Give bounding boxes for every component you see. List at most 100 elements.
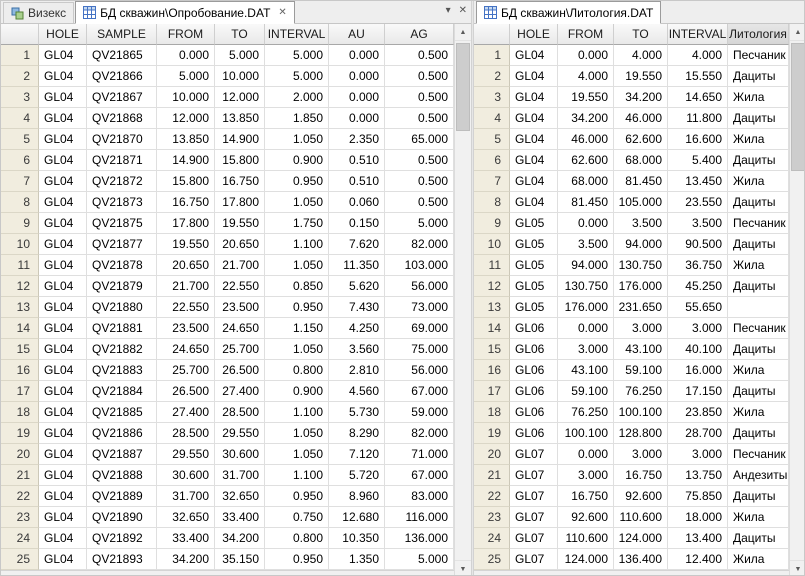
row-number[interactable]: 2 [474, 66, 510, 87]
cell[interactable]: 62.600 [614, 129, 668, 150]
column-header-hole[interactable]: HOLE [39, 24, 87, 45]
cell[interactable]: 17.800 [157, 213, 215, 234]
cell[interactable]: 73.000 [385, 297, 454, 318]
cell[interactable]: GL04 [39, 507, 87, 528]
cell[interactable]: 59.000 [385, 402, 454, 423]
cell[interactable]: 4.000 [668, 45, 728, 66]
cell[interactable]: Дациты [728, 192, 789, 213]
cell[interactable]: 0.000 [558, 213, 614, 234]
cell[interactable]: QV21893 [87, 549, 157, 570]
row-number[interactable]: 4 [1, 108, 39, 129]
cell[interactable]: Жила [728, 87, 789, 108]
cell[interactable]: Жила [728, 507, 789, 528]
column-header-to[interactable]: TO [215, 24, 265, 45]
cell[interactable]: 27.400 [215, 381, 265, 402]
cell[interactable]: GL04 [39, 87, 87, 108]
cell[interactable]: Жила [728, 549, 789, 570]
cell[interactable]: 31.700 [157, 486, 215, 507]
cell[interactable]: 0.000 [329, 66, 385, 87]
cell[interactable]: GL04 [39, 486, 87, 507]
cell[interactable]: 11.800 [668, 108, 728, 129]
cell[interactable]: 81.450 [614, 171, 668, 192]
cell[interactable]: 24.650 [215, 318, 265, 339]
cell[interactable]: 76.250 [558, 402, 614, 423]
cell[interactable]: 7.430 [329, 297, 385, 318]
cell[interactable]: Дациты [728, 66, 789, 87]
tab-list-dropdown-icon[interactable]: ▾ [446, 6, 451, 16]
scroll-up-icon[interactable]: ▲ [455, 24, 471, 41]
cell[interactable]: 176.000 [614, 276, 668, 297]
cell[interactable]: GL05 [510, 234, 558, 255]
cell[interactable]: 136.000 [385, 528, 454, 549]
cell[interactable]: 23.550 [668, 192, 728, 213]
horizontal-scrollbar[interactable] [1, 570, 454, 575]
cell[interactable]: 16.750 [215, 171, 265, 192]
cell[interactable]: 28.500 [157, 423, 215, 444]
cell[interactable]: 29.550 [215, 423, 265, 444]
cell[interactable]: 34.200 [614, 87, 668, 108]
row-number[interactable]: 13 [474, 297, 510, 318]
cell[interactable]: 68.000 [614, 150, 668, 171]
corner-cell[interactable] [1, 24, 39, 45]
column-header-from[interactable]: FROM [558, 24, 614, 45]
cell[interactable]: 105.000 [614, 192, 668, 213]
tab-vizex[interactable]: Визекс [3, 2, 75, 23]
cell[interactable]: GL04 [39, 381, 87, 402]
row-number[interactable]: 10 [474, 234, 510, 255]
cell[interactable]: Жила [728, 255, 789, 276]
cell[interactable]: GL04 [510, 87, 558, 108]
vertical-scrollbar[interactable]: ▲ ▼ [454, 24, 471, 575]
cell[interactable]: 0.510 [329, 171, 385, 192]
cell[interactable]: 25.700 [215, 339, 265, 360]
cell[interactable]: GL04 [510, 45, 558, 66]
cell[interactable]: 82.000 [385, 234, 454, 255]
cell[interactable]: 3.000 [558, 465, 614, 486]
cell[interactable]: 16.600 [668, 129, 728, 150]
cell[interactable]: 0.950 [265, 171, 329, 192]
row-number[interactable]: 3 [1, 87, 39, 108]
row-number[interactable]: 22 [474, 486, 510, 507]
cell[interactable]: QV21865 [87, 45, 157, 66]
cell[interactable]: Жила [728, 129, 789, 150]
tab-close-icon[interactable]: ✕ [278, 7, 286, 18]
column-header-hole[interactable]: HOLE [510, 24, 558, 45]
tabbar-close-icon[interactable]: ✕ [459, 6, 467, 16]
cell[interactable]: 35.150 [215, 549, 265, 570]
cell[interactable]: GL05 [510, 255, 558, 276]
cell[interactable]: 1.050 [265, 255, 329, 276]
cell[interactable]: 56.000 [385, 276, 454, 297]
cell[interactable]: 3.000 [668, 318, 728, 339]
cell[interactable]: 23.850 [668, 402, 728, 423]
cell[interactable]: 2.350 [329, 129, 385, 150]
cell[interactable]: GL04 [39, 66, 87, 87]
cell[interactable]: 124.000 [558, 549, 614, 570]
cell[interactable]: 29.550 [157, 444, 215, 465]
cell[interactable]: QV21873 [87, 192, 157, 213]
cell[interactable]: 0.000 [558, 444, 614, 465]
row-number[interactable]: 1 [474, 45, 510, 66]
column-header-литология[interactable]: Литология [728, 24, 789, 45]
cell[interactable]: GL07 [510, 486, 558, 507]
cell[interactable]: Дациты [728, 234, 789, 255]
column-header-from[interactable]: FROM [157, 24, 215, 45]
cell[interactable]: 1.050 [265, 192, 329, 213]
cell[interactable]: QV21880 [87, 297, 157, 318]
cell[interactable]: 0.500 [385, 192, 454, 213]
row-number[interactable]: 23 [474, 507, 510, 528]
row-number[interactable]: 16 [1, 360, 39, 381]
cell[interactable]: 13.850 [215, 108, 265, 129]
cell[interactable]: 103.000 [385, 255, 454, 276]
cell[interactable]: GL06 [510, 402, 558, 423]
cell[interactable]: 5.000 [157, 66, 215, 87]
cell[interactable]: 1.850 [265, 108, 329, 129]
cell[interactable]: Жила [728, 402, 789, 423]
cell[interactable]: GL04 [39, 423, 87, 444]
cell[interactable]: 0.500 [385, 108, 454, 129]
cell[interactable]: Дациты [728, 423, 789, 444]
row-number[interactable]: 19 [1, 423, 39, 444]
row-number[interactable]: 9 [474, 213, 510, 234]
cell[interactable]: 231.650 [614, 297, 668, 318]
row-number[interactable]: 25 [1, 549, 39, 570]
scrollbar-thumb[interactable] [791, 43, 804, 171]
row-number[interactable]: 24 [1, 528, 39, 549]
